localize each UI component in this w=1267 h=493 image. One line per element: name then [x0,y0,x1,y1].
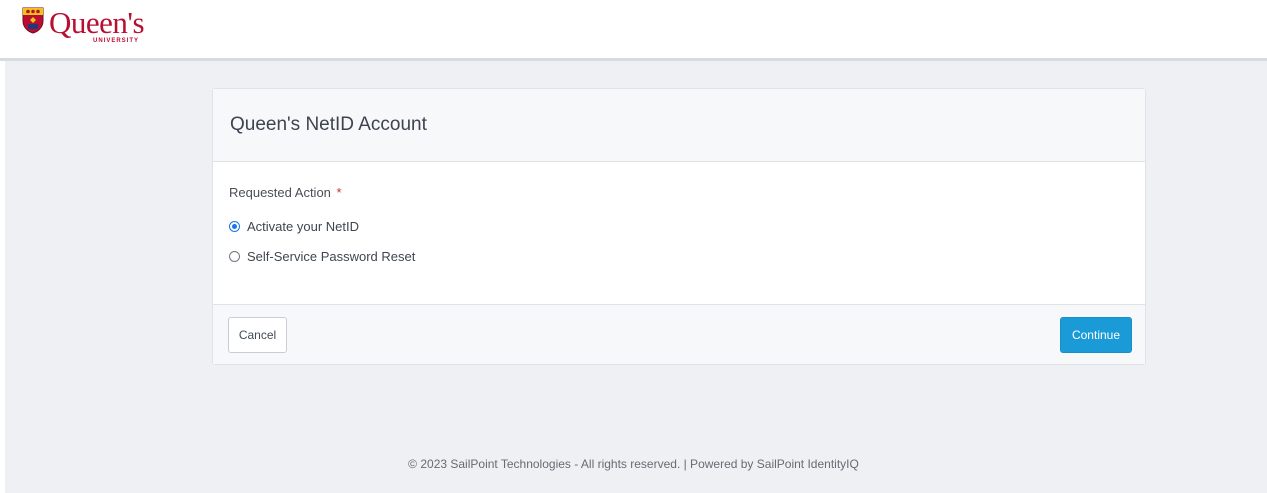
option-activate-netid[interactable]: Activate your NetID [229,217,1145,235]
logo-wordmark: Queen's [49,5,145,40]
copyright-footer: © 2023 SailPoint Technologies - All righ… [408,457,859,471]
radio-password-reset[interactable] [229,251,240,262]
panel-title: Queen's NetID Account [230,114,427,135]
logo-subtitle: UNIVERSITY [93,38,140,44]
panel-footer: Cancel Continue [213,305,1145,364]
crest-icon [22,7,44,34]
option-activate-netid-label[interactable]: Activate your NetID [247,219,359,234]
required-asterisk: * [336,185,342,200]
continue-button[interactable]: Continue [1060,317,1132,353]
radio-activate-netid[interactable] [229,221,240,232]
panel-body: Requested Action * Activate your NetID S… [213,162,1145,305]
cancel-button[interactable]: Cancel [228,317,287,353]
panel-header: Queen's NetID Account [213,89,1145,162]
netid-account-panel: Queen's NetID Account Requested Action *… [212,88,1146,365]
option-password-reset[interactable]: Self-Service Password Reset [229,247,1145,265]
requested-action-label: Requested Action * [229,185,1145,203]
option-password-reset-label[interactable]: Self-Service Password Reset [247,249,415,264]
requested-action-text: Requested Action [229,185,331,200]
queens-university-logo[interactable]: Queen's UNIVERSITY [22,5,159,47]
site-header: Queen's UNIVERSITY [0,0,1267,61]
